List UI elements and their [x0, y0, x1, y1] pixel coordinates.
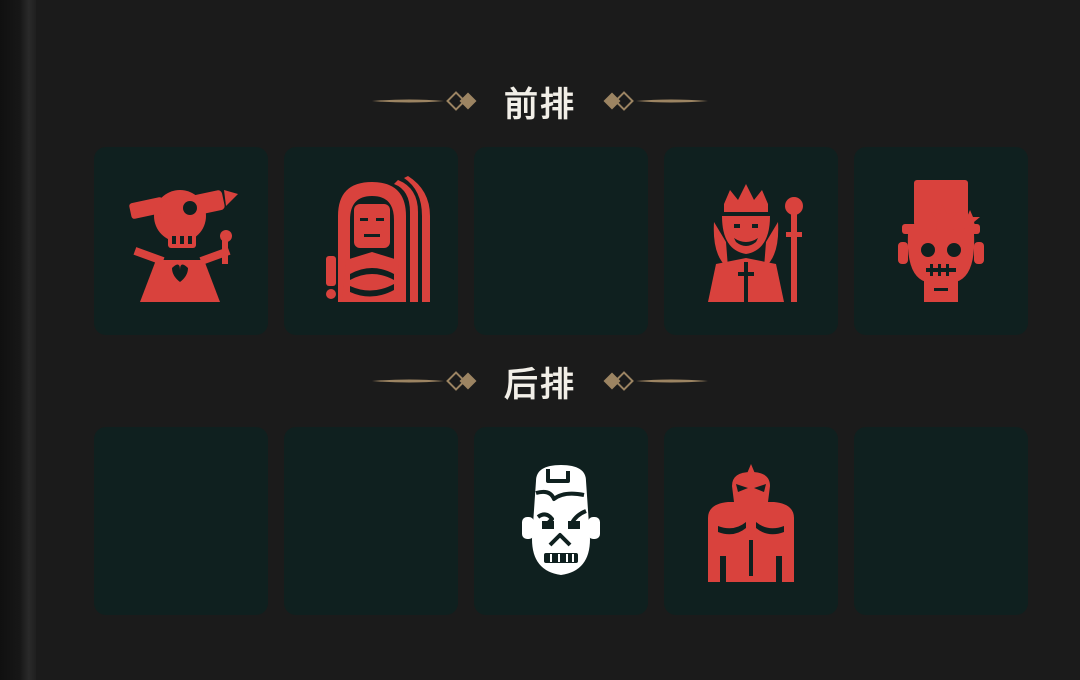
top-hat-zombie-icon — [898, 180, 984, 302]
back-slot-2[interactable] — [284, 427, 458, 615]
ornament-left-icon — [370, 369, 490, 393]
cracked-skull-icon — [522, 465, 600, 575]
back-slot-1[interactable] — [94, 427, 268, 615]
back-row-slots — [94, 427, 1030, 615]
pharaoh-mummy-icon — [326, 176, 430, 302]
back-slot-5[interactable] — [854, 427, 1028, 615]
back-slot-3[interactable] — [474, 427, 648, 615]
king-with-scepter-icon — [708, 184, 803, 302]
ornament-right-icon — [590, 369, 710, 393]
front-row-title: 前排 — [504, 84, 576, 125]
front-slot-3[interactable] — [474, 147, 648, 335]
masked-wrestler-icon — [708, 464, 794, 582]
back-row-header: 后排 — [0, 356, 1080, 406]
front-slot-1[interactable] — [94, 147, 268, 335]
ornament-left-icon — [370, 89, 490, 113]
ornament-right-icon — [590, 89, 710, 113]
back-slot-4[interactable] — [664, 427, 838, 615]
telescope-scarecrow-icon — [129, 190, 238, 302]
front-slot-5[interactable] — [854, 147, 1028, 335]
front-slot-4[interactable] — [664, 147, 838, 335]
front-slot-2[interactable] — [284, 147, 458, 335]
front-row-header: 前排 — [0, 76, 1080, 126]
front-row-slots — [94, 147, 1030, 335]
back-row-title: 后排 — [504, 364, 576, 405]
